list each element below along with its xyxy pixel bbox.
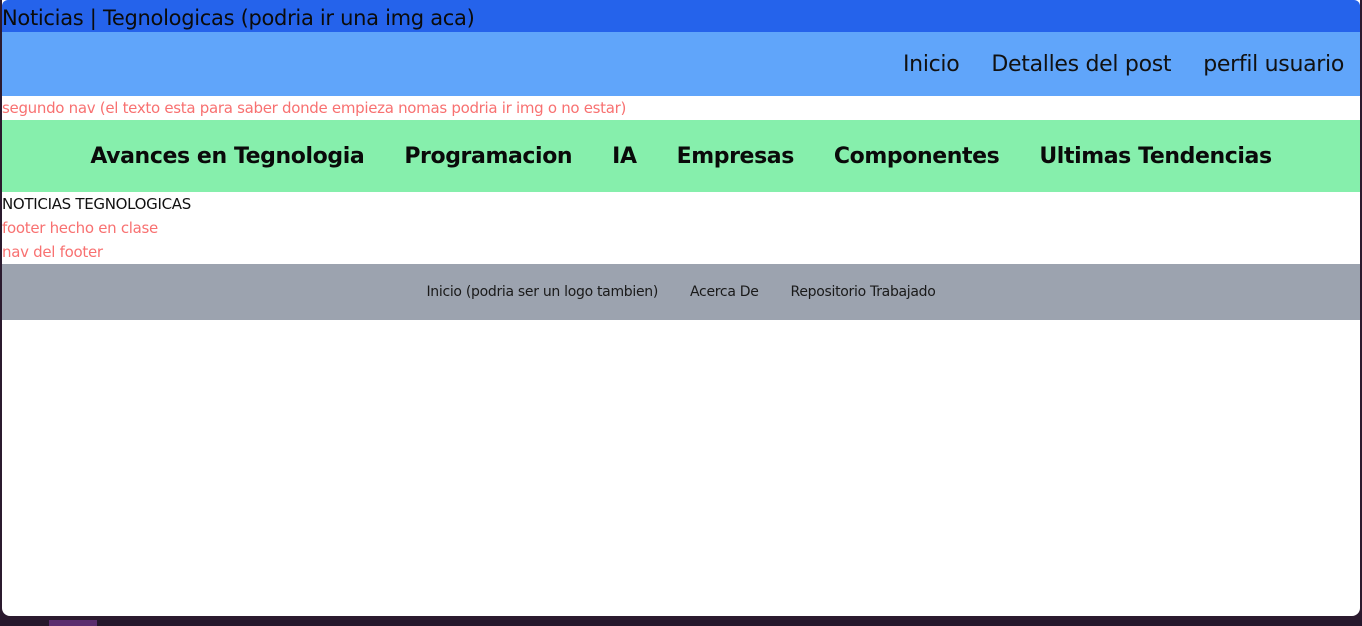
main-nav-detalles-del-post[interactable]: Detalles del post	[991, 52, 1171, 77]
category-componentes[interactable]: Componentes	[834, 144, 1000, 169]
footer-nav-inicio[interactable]: Inicio (podria ser un logo tambien)	[426, 284, 658, 300]
main-nav-inicio[interactable]: Inicio	[903, 52, 960, 77]
category-ia[interactable]: IA	[612, 144, 637, 169]
site-title: Noticias | Tegnologicas (podria ir una i…	[2, 6, 475, 30]
section-heading: NOTICIAS TEGNOLOGICAS	[2, 195, 191, 213]
category-empresas[interactable]: Empresas	[677, 144, 795, 169]
taskbar-active-indicator	[49, 620, 97, 626]
taskbar-strip	[0, 620, 1362, 626]
second-nav-note: segundo nav (el texto esta para saber do…	[2, 99, 627, 117]
category-avances-en-tegnologia[interactable]: Avances en Tegnologia	[90, 144, 364, 169]
footer-nav-repositorio-trabajado[interactable]: Repositorio Trabajado	[791, 284, 936, 300]
footer-note: footer hecho en clase	[2, 219, 158, 237]
category-programacion[interactable]: Programacion	[404, 144, 572, 169]
site-header: Noticias | Tegnologicas (podria ir una i…	[2, 0, 1360, 32]
main-nav: Inicio Detalles del post perfil usuario	[2, 32, 1360, 96]
category-ultimas-tendencias[interactable]: Ultimas Tendencias	[1039, 144, 1272, 169]
browser-page: Noticias | Tegnologicas (podria ir una i…	[2, 0, 1360, 616]
footer-nav-acerca-de[interactable]: Acerca De	[690, 284, 759, 300]
main-nav-perfil-usuario[interactable]: perfil usuario	[1203, 52, 1344, 77]
footer-nav: Inicio (podria ser un logo tambien) Acer…	[2, 264, 1360, 320]
category-nav: Avances en Tegnologia Programacion IA Em…	[2, 120, 1360, 192]
footer-nav-note: nav del footer	[2, 243, 103, 261]
